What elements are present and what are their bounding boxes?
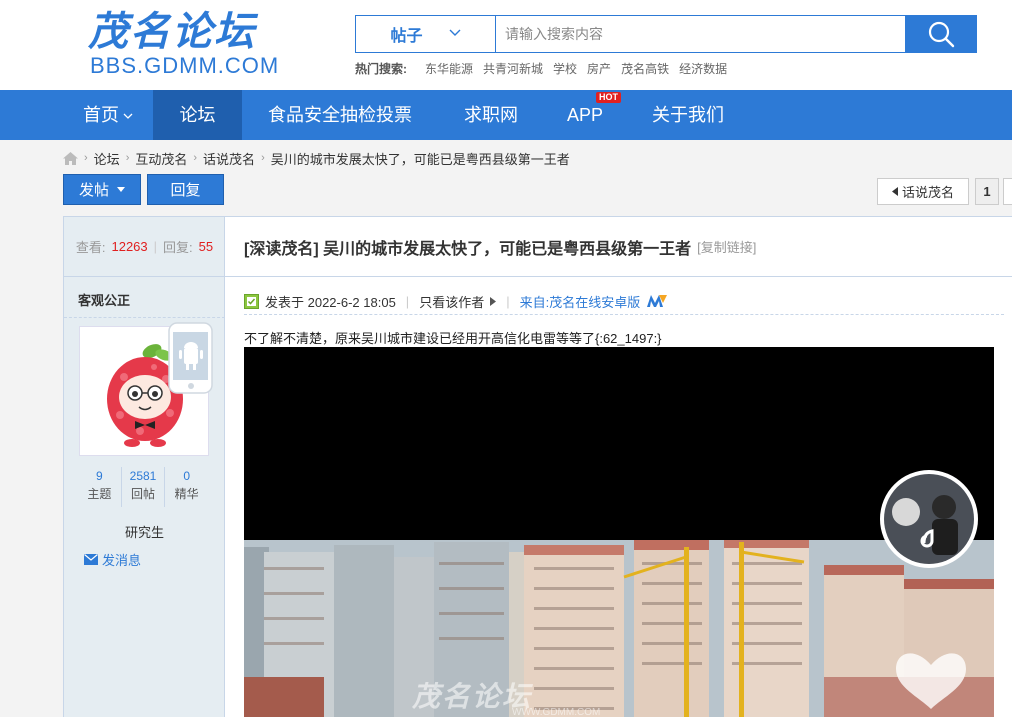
new-post-button[interactable]: 发帖 — [63, 174, 141, 205]
count-digest[interactable]: 0 精华 — [165, 467, 208, 507]
search-input[interactable] — [496, 16, 906, 52]
count-replies[interactable]: 2581 回帖 — [122, 467, 166, 507]
replies-label: 回复: — [163, 240, 193, 255]
thread-stats: 查看: 12263 | 回复: 55 — [64, 217, 225, 277]
views-label: 查看: — [75, 240, 106, 255]
app-logo-icon — [647, 295, 668, 307]
caret-left-icon — [891, 187, 898, 196]
android-phone-icon — [168, 322, 213, 394]
author-name[interactable]: 客观公正 — [78, 290, 130, 309]
video-frame — [244, 347, 994, 717]
count-number: 9 — [95, 469, 103, 483]
watermark-url: WWW.GDMM.COM — [512, 707, 601, 717]
main-nav: 首页 论坛 食品安全抽检投票 求职网 APP HOT 关于我们 — [0, 90, 1012, 140]
post-meta: 发表于 2022-6-2 18:05 | 只看该作者 | 来自:茂名在线安卓版 — [244, 289, 1004, 313]
back-to-board-button[interactable]: 话说茂名 — [877, 178, 969, 205]
nav-item-about[interactable]: 关于我们 — [640, 90, 736, 140]
hot-search: 热门搜索: 东华能源 共青河新城 学校 房产 茂名高铁 经济数据 — [355, 60, 727, 77]
hot-search-term[interactable]: 共青河新城 — [483, 60, 543, 77]
post-container: 查看: 12263 | 回复: 55 客观公正 9 主题 2581 回帖 0 精… — [63, 216, 1012, 717]
count-number: 2581 — [129, 469, 157, 483]
author-counts: 9 主题 2581 回帖 0 精华 — [78, 467, 208, 507]
nav-item-app[interactable]: APP HOT — [555, 90, 621, 140]
post-time: 发表于 2022-6-2 18:05 — [265, 294, 396, 310]
breadcrumb-separator-icon: › — [84, 152, 88, 164]
meta-divider: | — [405, 293, 410, 309]
search-box: 帖子 — [355, 15, 977, 53]
replies-count: 55 — [198, 239, 214, 254]
search-type-label: 帖子 — [390, 28, 423, 45]
search-icon — [928, 21, 954, 48]
page-number-current[interactable]: 1 — [975, 178, 999, 205]
breadcrumb-current: 吴川的城市发展太快了，可能已是粤西县级第一王者 — [270, 151, 570, 167]
back-to-board-label: 话说茂名 — [901, 185, 954, 200]
hot-search-term[interactable]: 东华能源 — [425, 60, 473, 77]
logo-english: BBS.GDMM.COM — [90, 53, 280, 78]
nav-item-home[interactable]: 首页 — [63, 90, 153, 140]
stats-divider: | — [153, 239, 158, 254]
thread-title-row: [深读茂名] 吴川的城市发展太快了，可能已是粤西县级第一王者 [复制链接] — [225, 217, 1012, 277]
breadcrumb-separator-icon: › — [125, 152, 130, 164]
nav-item-label: 论坛 — [179, 105, 216, 125]
count-label: 回帖 — [131, 487, 156, 501]
video-player[interactable]: 茂名论坛 WWW.GDMM.COM 22 — [244, 347, 994, 717]
breadcrumb-item[interactable]: 话说茂名 — [203, 149, 255, 168]
search-type-dropdown[interactable]: 帖子 — [356, 16, 496, 52]
nav-item-label: 关于我们 — [652, 105, 724, 125]
author-rank: 研究生 — [124, 525, 164, 540]
nav-item-jobs[interactable]: 求职网 — [446, 90, 536, 140]
post-source[interactable]: 来自:茂名在线安卓版 — [520, 292, 641, 311]
home-icon[interactable] — [63, 151, 78, 165]
nav-item-label: 食品安全抽检投票 — [268, 105, 412, 125]
chevron-down-icon — [449, 29, 460, 36]
breadcrumb: › 论坛 › 互动茂名 › 话说茂名 › 吴川的城市发展太快了，可能已是粤西县级… — [63, 149, 570, 167]
hot-search-label: 热门搜索: — [355, 62, 407, 76]
only-author-link[interactable]: 只看该作者 — [419, 292, 484, 311]
count-label: 主题 — [87, 487, 112, 501]
reply-button[interactable]: 回复 — [147, 174, 224, 205]
copy-link-button[interactable]: [复制链接] — [697, 237, 756, 256]
site-logo[interactable]: 茂名论坛 BBS.GDMM.COM — [88, 10, 288, 80]
hot-search-term[interactable]: 学校 — [553, 60, 577, 77]
hot-search-term[interactable]: 茂名高铁 — [621, 60, 669, 77]
nav-item-label: APP — [566, 105, 604, 125]
breadcrumb-separator-icon: › — [193, 152, 198, 164]
post-content: 不了解不清楚，原来吴川城市建设已经用开高信化电雷等等了{:62_1497:} — [244, 331, 662, 346]
breadcrumb-item[interactable]: 互动茂名 — [135, 149, 187, 168]
nav-item-label: 首页 — [83, 105, 119, 125]
author-sidebar: 查看: 12263 | 回复: 55 客观公正 9 主题 2581 回帖 0 精… — [64, 217, 225, 717]
send-message-label: 发消息 — [102, 553, 142, 568]
nav-item-label: 求职网 — [464, 105, 518, 125]
new-post-label: 发帖 — [78, 182, 109, 199]
hot-badge: HOT — [596, 92, 621, 103]
hot-search-term[interactable]: 经济数据 — [679, 60, 727, 77]
views-count: 12263 — [111, 239, 148, 254]
hot-search-term[interactable]: 房产 — [587, 60, 611, 77]
thread-title: [深读茂名] 吴川的城市发展太快了，可能已是粤西县级第一王者 — [244, 240, 692, 258]
count-label: 精华 — [174, 487, 199, 501]
divider — [64, 317, 225, 318]
count-number: 0 — [183, 469, 191, 483]
site-header: 茂名论坛 BBS.GDMM.COM 帖子 热门搜索: 东华能源 共青河新城 学校… — [0, 0, 1012, 90]
count-threads[interactable]: 9 主题 — [78, 467, 122, 507]
caret-right-icon — [490, 296, 497, 306]
post-main: [深读茂名] 吴川的城市发展太快了，可能已是粤西县级第一王者 [复制链接] 发表… — [225, 217, 1012, 717]
page-next-button[interactable] — [1003, 178, 1012, 205]
nav-item-forum[interactable]: 论坛 — [153, 90, 242, 140]
search-button[interactable] — [905, 16, 976, 52]
divider — [244, 314, 1004, 315]
send-message-link[interactable]: 发消息 — [84, 550, 141, 569]
breadcrumb-separator-icon: › — [261, 152, 265, 164]
chevron-down-icon — [123, 113, 133, 120]
logo-chinese: 茂名论坛 — [88, 9, 256, 55]
caret-down-icon — [117, 186, 125, 192]
meta-divider: | — [506, 293, 510, 309]
post-status-icon — [244, 293, 259, 309]
envelope-icon — [84, 554, 98, 565]
nav-item-food-safety[interactable]: 食品安全抽检投票 — [250, 90, 430, 140]
breadcrumb-item[interactable]: 论坛 — [94, 149, 120, 168]
